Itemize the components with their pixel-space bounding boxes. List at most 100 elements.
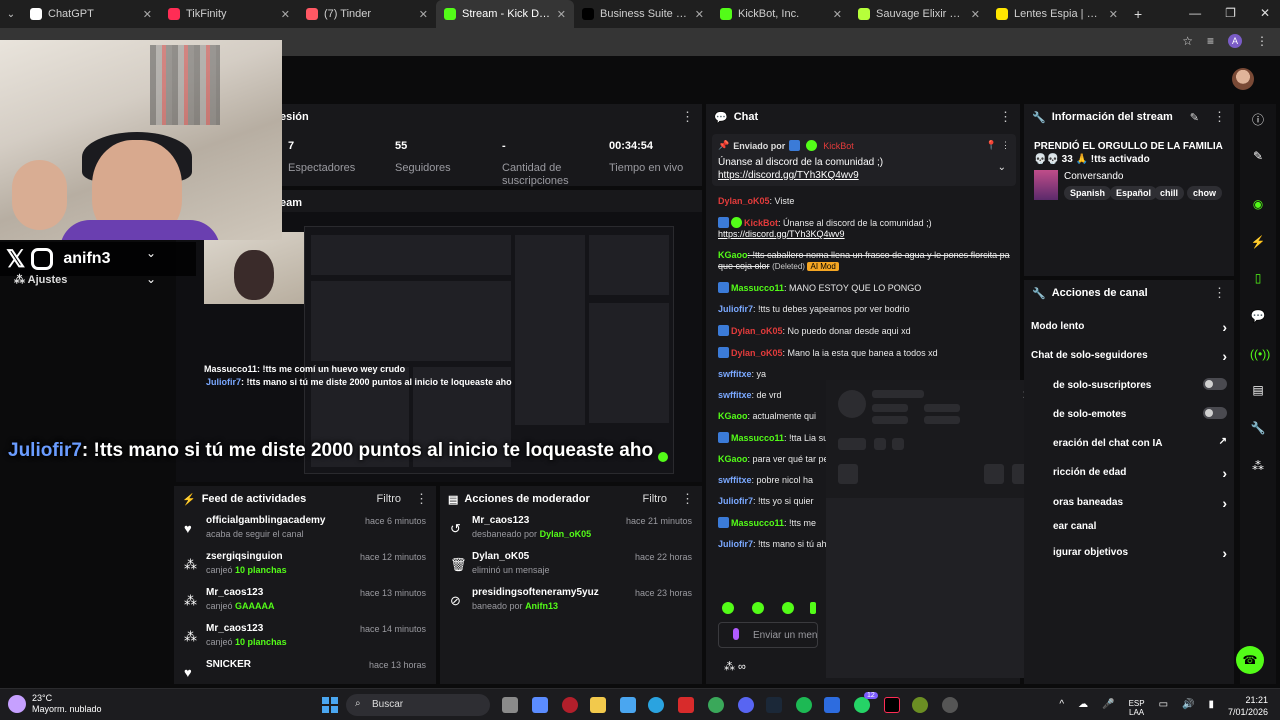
list-item[interactable]: ⁂ Mr_caos123 canjeó GAAAAA hace 13 minutos [174,584,436,620]
pinned-user[interactable]: KickBot [823,141,854,151]
battery-icon[interactable]: ▮ [1208,699,1214,717]
browser-tab[interactable]: Lentes Espia | Mercado Li ✕ [988,0,1126,28]
wrench-icon[interactable]: 🔧 [1250,420,1266,436]
app-icon[interactable] [824,697,840,713]
windows-start-icon[interactable] [322,697,338,713]
feed-menu-icon[interactable]: ⋮ [415,491,428,507]
microphone-icon[interactable] [733,628,739,640]
close-tab-icon[interactable]: ✕ [1109,8,1118,21]
close-window-icon[interactable]: ✕ [1260,6,1270,20]
app-icon[interactable] [562,697,578,713]
close-tab-icon[interactable]: ✕ [419,8,428,21]
chat-username[interactable]: Massucco11 [731,518,784,528]
camera-icon[interactable]: ◉ [1250,196,1266,212]
chat-username[interactable]: Dylan_oK05 [731,348,783,358]
store-icon[interactable] [620,697,636,713]
chat-username[interactable]: Massucco11 [731,433,784,443]
close-tab-icon[interactable]: ✕ [143,8,152,21]
whatsapp-icon[interactable] [854,697,870,713]
pinned-link[interactable]: https://discord.gg/TYh3KQ4wv9 [718,170,1010,181]
browser-tab[interactable]: Stream - Kick Dashboard ✕ [436,0,574,28]
emote-icon[interactable] [722,602,734,614]
list-item[interactable]: ♥ officialgamblingacademy acaba de seguir … [174,512,436,548]
mod-filter-button[interactable]: Filtro [643,493,667,505]
browser-tab[interactable]: Sauvage Elixir Parfum Di ✕ [850,0,988,28]
edit-pencil-icon[interactable]: ✎ [1190,111,1199,124]
chrome-icon[interactable] [708,697,724,713]
chat-link[interactable]: https://discord.gg/TYh3KQ4wv9 [718,229,845,239]
list-item[interactable]: ⁂ Mr_caos123 canjeó 10 planchas hace 14 min… [174,620,436,656]
browser-tab[interactable]: Business Suite | TikTok ✕ [574,0,712,28]
feed-filter-button[interactable]: Filtro [377,493,401,505]
chat-username[interactable]: KGaoo [718,250,748,260]
chat-username[interactable]: Massucco11 [731,283,784,293]
minimize-icon[interactable]: — [1189,6,1201,20]
bolt-icon[interactable]: ⚡ [1250,234,1266,250]
chat-username[interactable]: swffitxe [718,390,752,400]
settings-item[interactable]: ⁂ Ajustes [14,273,67,286]
tab-search-icon[interactable]: ⌄ [0,9,22,20]
network-icon[interactable]: ▭ [1159,699,1168,717]
channel-action-row[interactable]: Chat de solo-seguidores › [1031,348,1227,364]
spotify-icon[interactable] [796,697,812,713]
edit-icon[interactable]: ✎ [1250,148,1266,164]
browser-tab[interactable]: (7) Tinder ✕ [298,0,436,28]
channel-actions-menu-icon[interactable]: ⋮ [1213,285,1226,301]
close-tab-icon[interactable]: ✕ [557,8,566,21]
bookmark-star-icon[interactable]: ☆ [1182,34,1193,48]
browser-tab[interactable]: ChatGPT ✕ [22,0,160,28]
media-controls-icon[interactable]: ≡ [1207,34,1214,48]
session-menu-icon[interactable]: ⋮ [681,109,694,125]
broadcast-icon[interactable]: ((•)) [1250,346,1270,362]
steam-icon[interactable] [766,697,782,713]
browser-menu-icon[interactable]: ⋮ [1256,34,1268,48]
task-view-icon[interactable] [502,697,518,713]
channel-action-row[interactable]: ear canal [1053,521,1227,532]
info-icon[interactable]: ⓘ [1250,112,1266,128]
chat-username[interactable]: swffitxe [718,369,752,379]
system-clock[interactable]: 21:21 7/01/2026 [1228,694,1268,718]
toggle-switch[interactable] [1203,407,1227,419]
obs-icon[interactable] [942,697,958,713]
chat-username[interactable]: Juliofir7 [718,304,753,314]
help-chat-button[interactable]: ☎ [1236,646,1264,674]
chat-username[interactable]: Dylan_oK05 [718,196,770,206]
user-avatar[interactable] [1232,68,1254,90]
new-tab-icon[interactable]: + [1134,6,1142,22]
chat-username[interactable]: swffitxe [718,475,752,485]
emote-icon[interactable] [752,602,764,614]
emote-icon[interactable] [782,602,794,614]
channel-action-row[interactable]: de solo-suscriptores [1053,378,1227,391]
browser-tab[interactable]: TikFinity ✕ [160,0,298,28]
chevron-down-icon[interactable]: ⌄ [146,246,156,260]
taskbar-search[interactable]: ⌕ Buscar [346,694,490,716]
emote-icon[interactable] [810,602,816,614]
channel-action-row[interactable]: igurar objetivos › [1053,545,1227,561]
channel-action-row[interactable]: Modo lento › [1031,319,1227,335]
chat-username[interactable]: Juliofir7 [718,539,753,549]
browser-tab[interactable]: KickBot, Inc. ✕ [712,0,850,28]
chat-username[interactable]: KGaoo [718,454,748,464]
channel-action-row[interactable]: ricción de edad › [1053,465,1227,481]
copilot-icon[interactable] [532,697,548,713]
stream-info-menu-icon[interactable]: ⋮ [1213,109,1226,125]
close-tab-icon[interactable]: ✕ [695,8,704,21]
chat-username[interactable]: KGaoo [718,411,748,421]
discord-icon[interactable] [738,697,754,713]
close-tab-icon[interactable]: ✕ [281,8,290,21]
chat-username[interactable]: Juliofir7 [718,496,753,506]
kick-points-icon[interactable]: ⁂ [1250,458,1266,474]
tiktok-icon[interactable] [884,697,900,713]
list-item[interactable]: ↺ Mr_caos123 desbaneado por Dylan_oK05 hace… [440,512,702,548]
close-tab-icon[interactable]: ✕ [833,8,842,21]
lang-indicator[interactable]: ESP LAA [1129,699,1145,717]
file-icon[interactable]: ▯ [1250,270,1266,286]
layout-icon[interactable]: ▤ [1250,382,1266,398]
toggle-switch[interactable] [1203,378,1227,390]
list-item[interactable]: ♥ SNICKER hace 13 horas [174,656,436,684]
cloud-icon[interactable]: ☁ [1078,699,1088,717]
kick-points-icon[interactable]: ⁂ ∞ [724,660,746,673]
list-item[interactable]: ⁂ zsergiqsinguion canjeó 10 planchas hace 1… [174,548,436,584]
list-item[interactable]: ⊘ presidingsofteneramy5yuz baneado por Ani… [440,584,702,620]
mod-menu-icon[interactable]: ⋮ [681,491,694,507]
